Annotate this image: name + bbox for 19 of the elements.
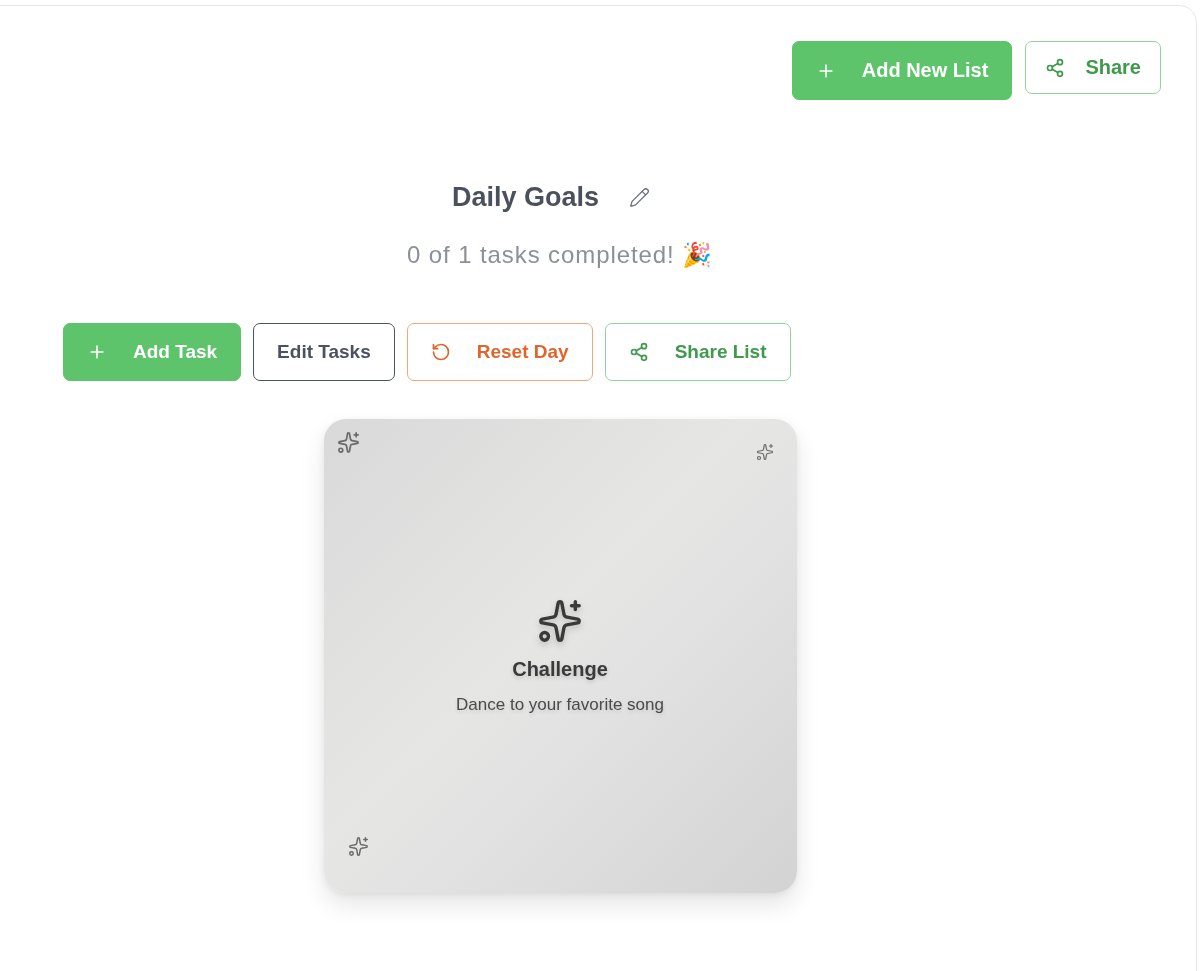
sparkle-icon (347, 836, 369, 857)
list-title: Daily Goals (451, 181, 600, 214)
sparkle-icon (755, 443, 774, 461)
edit-button[interactable]: Edit Tasks (253, 323, 395, 381)
sparkle-icon (336, 431, 360, 454)
share-icon (1045, 57, 1066, 78)
sparkle-icon (537, 597, 583, 644)
add-button[interactable]: Add New List (791, 41, 1013, 100)
pencil-icon[interactable] (629, 186, 651, 208)
progress-text: 0 of 1 tasks completed! 🎉 (407, 240, 713, 270)
share-icon (628, 342, 649, 362)
share-button[interactable]: Share List (604, 323, 791, 381)
reset-button[interactable]: Reset Day (406, 323, 593, 381)
add-button[interactable]: Add Task (63, 323, 242, 381)
share-button[interactable]: Share (1025, 41, 1161, 94)
circular-arrow-icon (430, 342, 451, 362)
challenge-card[interactable]: Challenge Dance to your favorite song (323, 419, 797, 893)
card-heading: Challenge (512, 657, 608, 681)
card-text: Dance to your favorite song (456, 694, 664, 715)
